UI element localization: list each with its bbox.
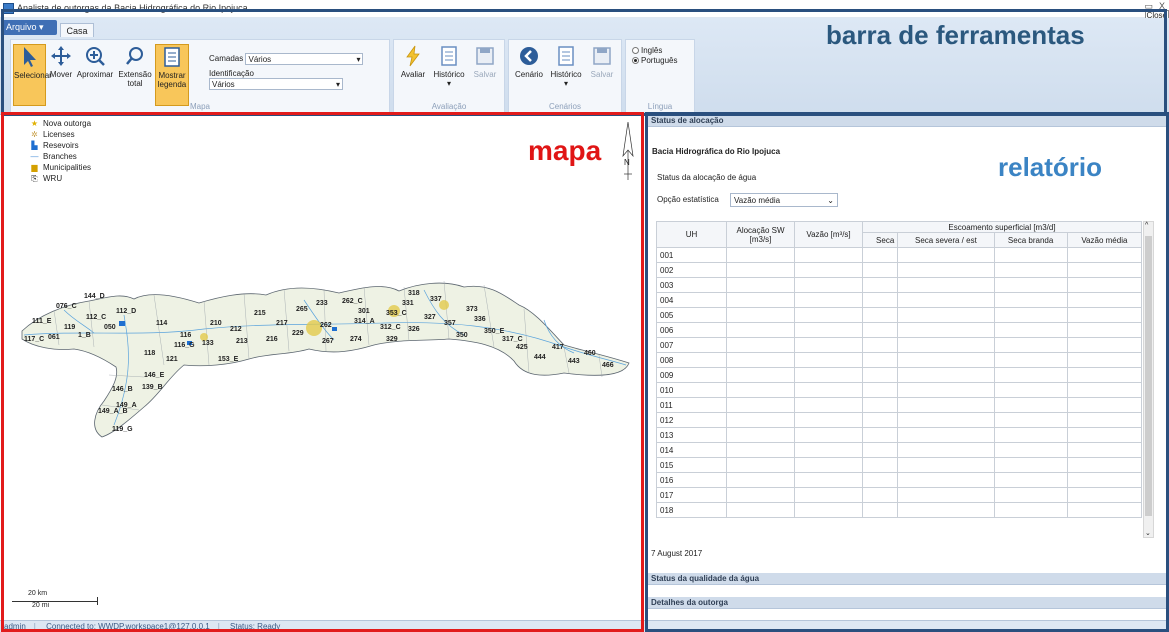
report-annotation-frame	[645, 112, 1169, 632]
map-annotation-label: mapa	[528, 135, 602, 166]
toolbar-annotation-label: barra de ferramentas	[826, 20, 1085, 50]
report-annotation-label: relatório	[998, 152, 1103, 182]
map-annotation-frame	[1, 112, 644, 632]
